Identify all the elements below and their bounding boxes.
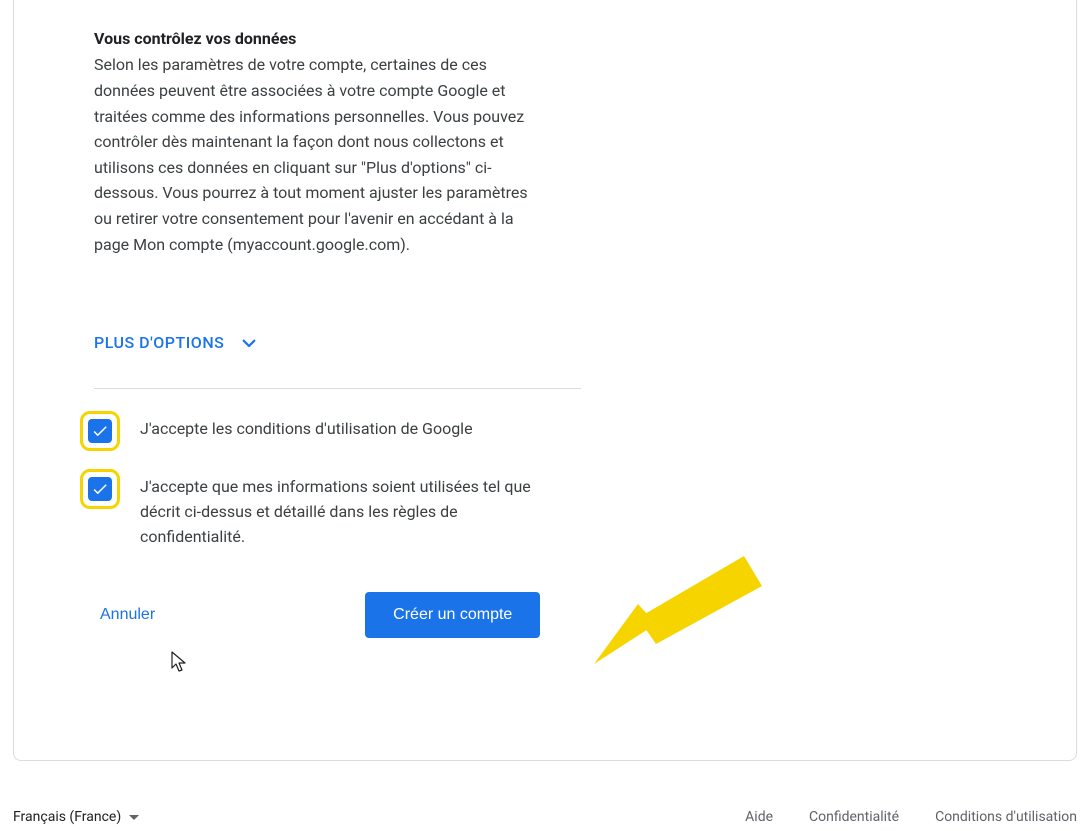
- more-options-toggle[interactable]: PLUS D'OPTIONS: [94, 325, 258, 360]
- checkbox-highlight: [80, 411, 120, 451]
- checkbox-privacy-label: J'accepte que mes informations soient ut…: [140, 469, 547, 549]
- footer-link-help[interactable]: Aide: [745, 809, 773, 825]
- checkbox-row-privacy: J'accepte que mes informations soient ut…: [94, 469, 547, 549]
- chevron-down-icon: [240, 334, 258, 352]
- section-title: Vous contrôlez vos données: [94, 28, 547, 50]
- checkbox-terms-label: J'accepte les conditions d'utilisation d…: [140, 411, 473, 442]
- actions-row: Annuler Créer un compte: [94, 592, 547, 638]
- language-label: Français (France): [13, 809, 121, 825]
- language-selector[interactable]: Français (France): [13, 809, 139, 825]
- checkbox-privacy[interactable]: [88, 477, 112, 501]
- footer-link-privacy[interactable]: Confidentialité: [809, 809, 899, 825]
- check-icon: [91, 422, 109, 440]
- check-icon: [91, 480, 109, 498]
- create-account-button[interactable]: Créer un compte: [365, 592, 540, 638]
- section-body: Selon les paramètres de votre compte, ce…: [94, 52, 547, 257]
- signup-card: Vous contrôlez vos données Selon les par…: [13, 0, 1077, 761]
- footer: Français (France) Aide Confidentialité C…: [13, 809, 1077, 825]
- footer-links: Aide Confidentialité Conditions d'utilis…: [745, 809, 1077, 825]
- checkbox-highlight: [80, 469, 120, 509]
- divider: [94, 388, 581, 389]
- checkbox-row-terms: J'accepte les conditions d'utilisation d…: [94, 411, 547, 451]
- caret-down-icon: [129, 815, 139, 820]
- footer-link-terms[interactable]: Conditions d'utilisation: [935, 809, 1077, 825]
- cancel-button[interactable]: Annuler: [96, 598, 159, 632]
- more-options-label: PLUS D'OPTIONS: [94, 333, 224, 352]
- content-area: Vous contrôlez vos données Selon les par…: [14, 0, 619, 678]
- checkbox-terms[interactable]: [88, 419, 112, 443]
